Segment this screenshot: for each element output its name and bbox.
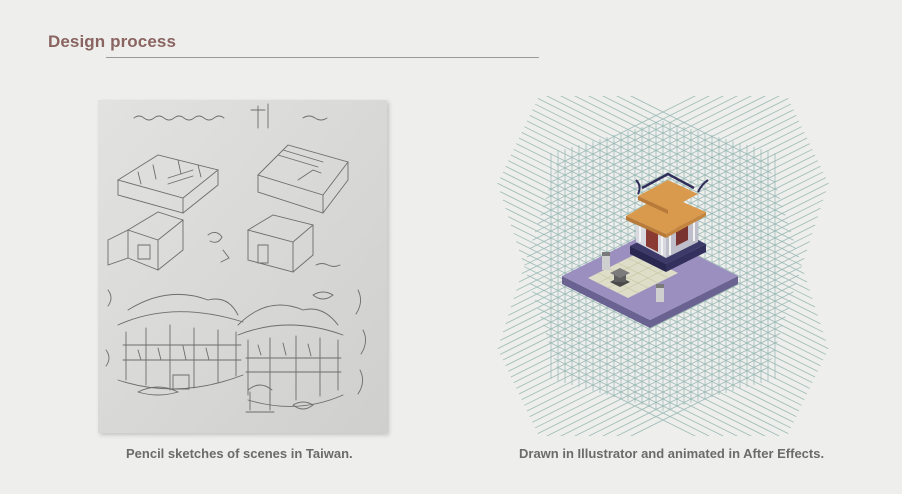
sketch-drawing xyxy=(98,100,387,433)
isometric-illustration xyxy=(470,96,856,436)
heading-underline xyxy=(106,57,539,58)
illustration-caption: Drawn in Illustrator and animated in Aft… xyxy=(519,446,825,461)
pencil-sketch-image xyxy=(98,100,387,433)
sketch-caption: Pencil sketches of scenes in Taiwan. xyxy=(126,446,353,461)
section-heading: Design process xyxy=(48,32,177,51)
design-process-section: Design process Pencil sketches of scenes… xyxy=(0,0,902,494)
isometric-drawing xyxy=(497,96,829,436)
